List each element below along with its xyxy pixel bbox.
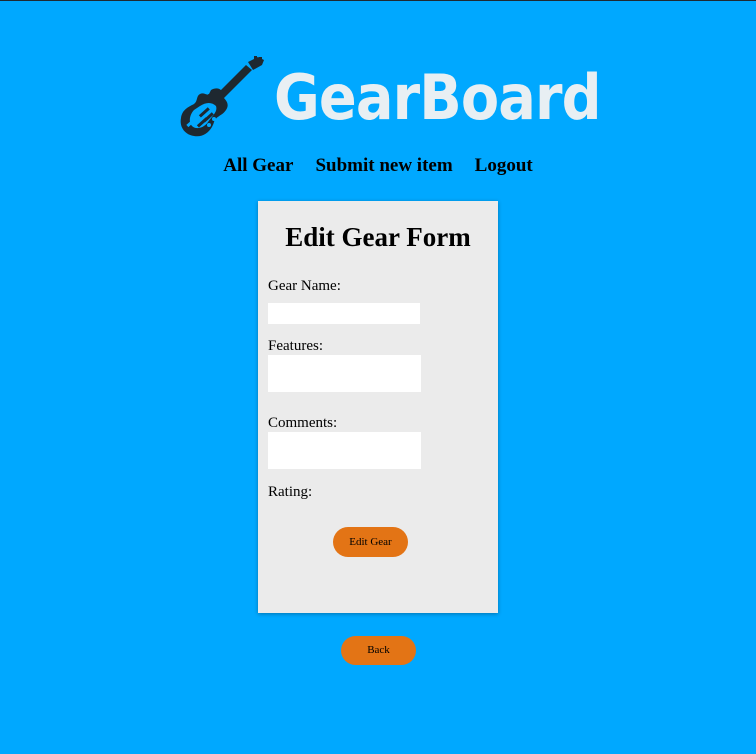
- features-textarea[interactable]: [268, 355, 421, 392]
- rating-label: Rating:: [268, 484, 313, 500]
- nav-logout-link[interactable]: Logout: [475, 155, 533, 177]
- comments-textarea[interactable]: [268, 432, 421, 469]
- electric-guitar-icon: [178, 56, 266, 140]
- back-button[interactable]: Back: [341, 636, 416, 665]
- edit-gear-button[interactable]: Edit Gear: [333, 527, 408, 557]
- form-title: Edit Gear Form: [285, 222, 471, 252]
- gear-name-input[interactable]: [268, 303, 420, 324]
- brand-name: GearBoard: [274, 61, 602, 134]
- nav-all-gear-link[interactable]: All Gear: [223, 155, 293, 177]
- features-label: Features:: [268, 338, 323, 354]
- gear-name-label: Gear Name:: [268, 278, 341, 294]
- comments-label: Comments:: [268, 415, 338, 431]
- edit-gear-form-card: Edit Gear Form Gear Name: Features: Comm…: [258, 201, 498, 613]
- nav-submit-new-item-link[interactable]: Submit new item: [315, 155, 452, 177]
- gearboard-logo: GearBoard: [178, 56, 602, 140]
- main-nav: All Gear Submit new item Logout: [0, 155, 756, 177]
